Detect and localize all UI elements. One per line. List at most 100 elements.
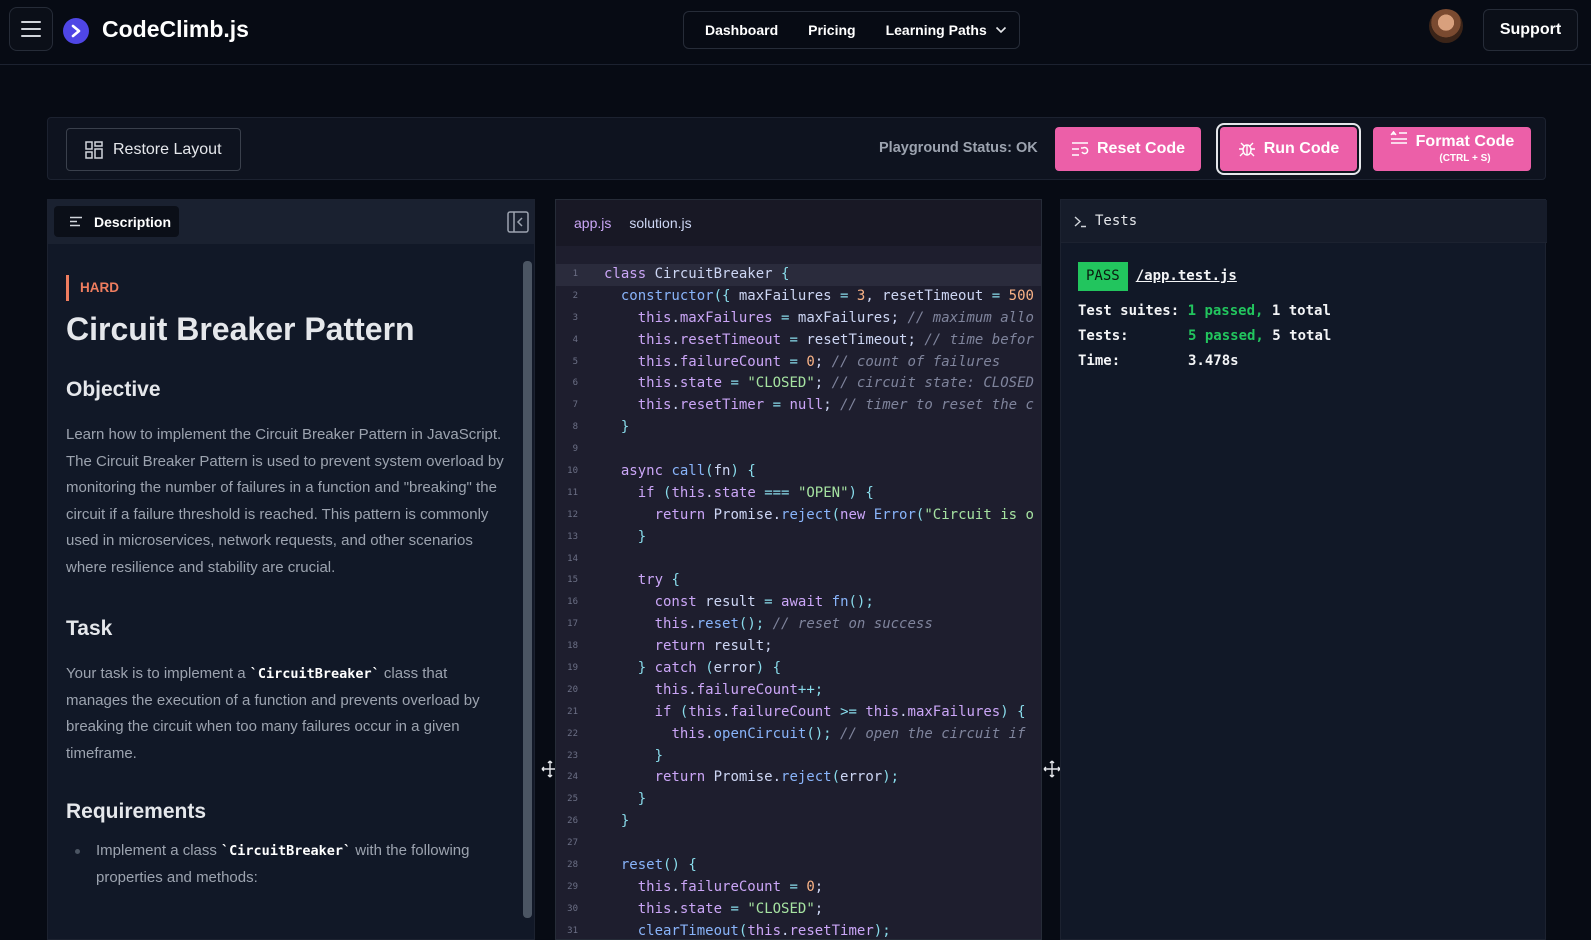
avatar[interactable] — [1429, 9, 1463, 43]
description-scrollbar[interactable] — [523, 261, 532, 918]
task-heading: Task — [66, 617, 113, 640]
test-summary-row: Test suites: 1 passed, 1 total — [1078, 299, 1331, 324]
tests-label: Tests: — [1078, 328, 1129, 344]
code-line: 18 return result; — [567, 638, 773, 655]
format-code-text: Format Code (CTRL + S) — [1416, 134, 1515, 164]
code-line: 28 reset() { — [567, 857, 697, 874]
code-editor[interactable]: 1 class CircuitBreaker { 2 constructor({ … — [556, 264, 1041, 939]
code-line: 7 this.resetTimer = null; // timer to re… — [572, 397, 1034, 414]
tab-solution-js[interactable]: solution.js — [629, 215, 691, 231]
chevron-down-icon — [995, 26, 1006, 34]
req-class-code: `CircuitBreaker` — [221, 843, 352, 859]
code-line: 11 if (this.state === "OPEN") { — [567, 484, 874, 501]
code-line: 1 class CircuitBreaker { — [556, 264, 1041, 286]
time-value: 3.478s — [1188, 353, 1239, 369]
code-line: 20 this.failureCount++; — [567, 681, 824, 698]
nav-link-learning-paths-label: Learning Paths — [885, 22, 987, 38]
task-class-code: `CircuitBreaker` — [249, 666, 380, 682]
test-results: PASS/app.test.js Test suites: 1 passed, … — [1078, 262, 1331, 374]
format-code-shortcut: (CTRL + S) — [1439, 153, 1491, 164]
restore-layout-button[interactable]: Restore Layout — [66, 128, 241, 171]
tests-total: 5 total — [1272, 328, 1332, 344]
list-item: Implement a class `CircuitBreaker` with … — [66, 838, 506, 891]
support-button[interactable]: Support — [1483, 9, 1578, 51]
code-line: 17 this.reset(); // reset on success — [567, 616, 933, 633]
menu-icon-bar — [21, 28, 41, 30]
layout-grid-icon — [85, 140, 103, 159]
format-code-label: Format Code — [1415, 133, 1515, 150]
code-line: 23 } — [567, 747, 664, 764]
code-line: 25 } — [567, 791, 647, 808]
difficulty-badge: HARD — [66, 275, 119, 301]
menu-button[interactable] — [9, 7, 53, 51]
description-panel-header: Description — [48, 200, 534, 244]
req-text-pre: Implement a class — [96, 842, 222, 859]
task-text-pre: Your task is to implement a — [66, 665, 250, 682]
menu-icon-bar — [21, 21, 41, 23]
code-line: 9 — [572, 444, 578, 455]
brand-name[interactable]: CodeClimb.js — [102, 16, 249, 43]
suites-label: Test suites: — [1078, 303, 1180, 319]
code-editor-panel: app.js solution.js 1 class CircuitBreaker… — [555, 199, 1042, 940]
code-line: 19 } catch (error) { — [567, 660, 782, 677]
top-navbar: CodeClimb.js Dashboard Pricing Learning … — [0, 0, 1591, 65]
bullet — [75, 849, 80, 854]
objective-text: Learn how to implement the Circuit Break… — [66, 426, 504, 576]
move-arrows-icon[interactable] — [1043, 760, 1061, 778]
reset-code-label: Reset Code — [1096, 140, 1186, 157]
code-line: 31 clearTimeout(this.resetTimer); — [567, 922, 891, 939]
playground-toolbar: Restore Layout Playground Status: OK Res… — [47, 117, 1546, 180]
format-code-button[interactable]: Format Code (CTRL + S) — [1373, 127, 1531, 171]
nav-link-learning-paths[interactable]: Learning Paths — [886, 22, 1007, 38]
reset-code-button[interactable]: Reset Code — [1055, 127, 1201, 171]
tests-passed: 5 passed, — [1188, 328, 1264, 344]
code-line: 13 } — [567, 528, 647, 545]
suites-passed: 1 passed, — [1187, 303, 1264, 319]
description-panel: Description HARD Circuit Breaker Pattern… — [47, 199, 535, 940]
code-line: 29 this.failureCount = 0; — [567, 878, 824, 895]
bug-icon — [1238, 142, 1255, 157]
tests-panel-header: Tests — [1061, 200, 1547, 243]
logo-icon[interactable] — [63, 18, 89, 44]
requirement-text: Implement a class `CircuitBreaker` with … — [96, 838, 506, 891]
code-line: 10 async call(fn) { — [567, 463, 756, 480]
code-line: 5 this.failureCount = 0; // count of fai… — [572, 353, 1001, 370]
code-line: 3 this.maxFailures = maxFailures; // max… — [572, 309, 1034, 326]
collapse-panel-icon[interactable] — [507, 211, 529, 233]
nav-link-dashboard[interactable]: Dashboard — [705, 22, 778, 38]
menu-icon-bar — [21, 35, 41, 37]
challenge-title: Circuit Breaker Pattern — [66, 311, 415, 347]
test-file-row: PASS/app.test.js — [1078, 262, 1331, 291]
test-file-name[interactable]: /app.test.js — [1136, 268, 1237, 284]
reset-list-icon — [1071, 142, 1089, 156]
tab-app-js[interactable]: app.js — [574, 215, 611, 231]
task-text: Your task is to implement a `CircuitBrea… — [66, 661, 506, 767]
test-summary-row: Tests: 5 passed, 5 total — [1078, 324, 1331, 349]
run-code-button[interactable]: Run Code — [1220, 127, 1357, 171]
code-line: 15 try { — [567, 572, 680, 589]
code-line: 4 this.resetTimeout = resetTimeout; // t… — [572, 331, 1034, 348]
editor-tabs: app.js solution.js — [556, 200, 1041, 246]
objective-heading: Objective — [66, 378, 161, 401]
time-label: Time: — [1078, 353, 1121, 369]
description-lines-icon — [70, 216, 82, 227]
format-text-icon — [1390, 131, 1407, 144]
requirements-heading: Requirements — [66, 800, 207, 823]
nav-link-pricing[interactable]: Pricing — [808, 22, 855, 38]
code-line: 2 constructor({ maxFailures = 3, resetTi… — [572, 287, 1034, 304]
tests-panel: Tests PASS/app.test.js Test suites: 1 pa… — [1060, 199, 1547, 940]
code-line: 26 } — [567, 813, 630, 830]
code-line: 24 return Promise.reject(error); — [567, 769, 900, 786]
description-content: HARD Circuit Breaker Pattern Objective L… — [66, 275, 506, 891]
main-nav: Dashboard Pricing Learning Paths — [683, 11, 1020, 49]
suites-total: 1 total — [1271, 303, 1331, 319]
code-line: 22 this.openCircuit(); // open the circu… — [567, 725, 1026, 742]
tests-header-label: Tests — [1095, 213, 1138, 229]
code-line: 14 — [567, 553, 578, 564]
playground-status: Playground Status: OK — [879, 140, 1038, 156]
test-summary-row: Time: 3.478s — [1078, 349, 1331, 374]
code-line: 16 const result = await fn(); — [567, 594, 874, 611]
code-line: 27 — [567, 838, 578, 849]
code-line: 6 this.state = "CLOSED"; // circuit stat… — [572, 375, 1034, 392]
tab-description[interactable]: Description — [54, 206, 179, 237]
